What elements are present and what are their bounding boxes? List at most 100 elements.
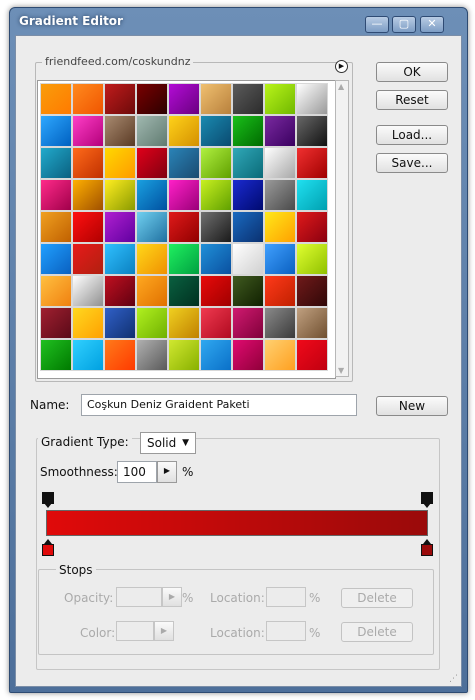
gradient-preset-swatch[interactable] xyxy=(104,307,136,339)
gradient-preset-swatch[interactable] xyxy=(104,339,136,371)
gradient-preset-swatch[interactable] xyxy=(136,179,168,211)
color-location-input[interactable] xyxy=(266,621,306,641)
gradient-preset-swatch[interactable] xyxy=(264,179,296,211)
gradient-preset-swatch[interactable] xyxy=(296,115,328,147)
gradient-preset-swatch[interactable] xyxy=(72,243,104,275)
gradient-preset-swatch[interactable] xyxy=(232,275,264,307)
gradient-preset-swatch[interactable] xyxy=(200,275,232,307)
name-field[interactable]: Coşkun Deniz Graident Paketi xyxy=(81,394,357,416)
gradient-type-select[interactable]: Solid ▼ xyxy=(140,432,196,454)
save-button[interactable]: Save... xyxy=(376,153,448,173)
gradient-preset-swatch[interactable] xyxy=(200,115,232,147)
gradient-preset-swatch[interactable] xyxy=(72,275,104,307)
gradient-preset-swatch[interactable] xyxy=(296,179,328,211)
gradient-preset-swatch[interactable] xyxy=(72,115,104,147)
gradient-preset-swatch[interactable] xyxy=(232,339,264,371)
gradient-preset-swatch[interactable] xyxy=(104,115,136,147)
gradient-preset-swatch[interactable] xyxy=(168,243,200,275)
gradient-preset-swatch[interactable] xyxy=(136,275,168,307)
gradient-preset-swatch[interactable] xyxy=(168,179,200,211)
gradient-preset-swatch[interactable] xyxy=(232,147,264,179)
delete-color-stop-button[interactable]: Delete xyxy=(341,622,413,642)
gradient-preset-swatch[interactable] xyxy=(296,275,328,307)
gradient-preset-swatch[interactable] xyxy=(200,147,232,179)
delete-opacity-stop-button[interactable]: Delete xyxy=(341,588,413,608)
color-stop-left[interactable] xyxy=(42,539,54,556)
gradient-preset-swatch[interactable] xyxy=(136,243,168,275)
opacity-stop-left[interactable] xyxy=(42,492,54,508)
gradient-preset-swatch[interactable] xyxy=(104,83,136,115)
opacity-stop-right[interactable] xyxy=(421,492,433,508)
gradient-preset-swatch[interactable] xyxy=(200,211,232,243)
gradient-preset-swatch[interactable] xyxy=(296,211,328,243)
gradient-preset-swatch[interactable] xyxy=(264,115,296,147)
smoothness-slider-button[interactable]: ▶ xyxy=(157,461,177,483)
gradient-preset-swatch[interactable] xyxy=(232,307,264,339)
gradient-preset-swatch[interactable] xyxy=(168,211,200,243)
gradient-preset-swatch[interactable] xyxy=(104,211,136,243)
gradient-preset-swatch[interactable] xyxy=(264,211,296,243)
title-bar[interactable]: Gradient Editor — ▢ ✕ xyxy=(10,8,467,34)
maximize-button[interactable]: ▢ xyxy=(392,16,416,33)
gradient-preset-swatch[interactable] xyxy=(72,83,104,115)
gradient-preset-swatch[interactable] xyxy=(40,243,72,275)
gradient-preset-swatch[interactable] xyxy=(104,243,136,275)
gradient-preset-swatch[interactable] xyxy=(232,83,264,115)
gradient-preset-swatch[interactable] xyxy=(232,211,264,243)
gradient-preset-swatch[interactable] xyxy=(264,275,296,307)
gradient-preset-swatch[interactable] xyxy=(72,147,104,179)
gradient-preset-swatch[interactable] xyxy=(296,307,328,339)
gradient-preset-swatch[interactable] xyxy=(136,83,168,115)
gradient-preview-bar[interactable] xyxy=(46,510,428,536)
color-menu-button[interactable]: ▶ xyxy=(154,621,174,641)
gradient-preset-swatch[interactable] xyxy=(72,339,104,371)
gradient-preset-swatch[interactable] xyxy=(168,83,200,115)
gradient-preset-swatch[interactable] xyxy=(168,275,200,307)
gradient-preset-swatch[interactable] xyxy=(296,83,328,115)
gradient-preset-swatch[interactable] xyxy=(296,147,328,179)
resize-grip-icon[interactable]: ⋰ xyxy=(449,674,458,684)
scroll-up-icon[interactable]: ▲ xyxy=(338,82,344,91)
gradient-preset-swatch[interactable] xyxy=(296,243,328,275)
minimize-button[interactable]: — xyxy=(365,16,389,33)
gradient-preset-swatch[interactable] xyxy=(168,339,200,371)
presets-menu-button[interactable]: ▶ xyxy=(335,60,348,73)
scroll-down-icon[interactable]: ▼ xyxy=(338,366,344,375)
gradient-preset-swatch[interactable] xyxy=(40,147,72,179)
gradient-preset-swatch[interactable] xyxy=(136,115,168,147)
gradient-preset-swatch[interactable] xyxy=(264,147,296,179)
gradient-preset-swatch[interactable] xyxy=(200,307,232,339)
gradient-preset-swatch[interactable] xyxy=(72,179,104,211)
gradient-preset-swatch[interactable] xyxy=(136,147,168,179)
gradient-preset-swatch[interactable] xyxy=(40,179,72,211)
gradient-preset-swatch[interactable] xyxy=(40,115,72,147)
gradient-preset-swatch[interactable] xyxy=(264,339,296,371)
gradient-preset-swatch[interactable] xyxy=(40,211,72,243)
gradient-preset-swatch[interactable] xyxy=(104,147,136,179)
opacity-slider-button[interactable]: ▶ xyxy=(162,587,182,607)
load-button[interactable]: Load... xyxy=(376,125,448,145)
gradient-preset-swatch[interactable] xyxy=(168,307,200,339)
smoothness-input[interactable]: 100 xyxy=(117,461,157,483)
gradient-preset-swatch[interactable] xyxy=(136,211,168,243)
gradient-preset-swatch[interactable] xyxy=(136,339,168,371)
gradient-preset-swatch[interactable] xyxy=(40,83,72,115)
gradient-preset-swatch[interactable] xyxy=(104,275,136,307)
new-button[interactable]: New xyxy=(376,396,448,416)
gradient-preset-swatch[interactable] xyxy=(40,339,72,371)
opacity-input[interactable] xyxy=(116,587,162,607)
gradient-preset-swatch[interactable] xyxy=(40,275,72,307)
gradient-preset-swatch[interactable] xyxy=(200,179,232,211)
gradient-preset-swatch[interactable] xyxy=(168,115,200,147)
ok-button[interactable]: OK xyxy=(376,62,448,82)
gradient-preset-swatch[interactable] xyxy=(104,179,136,211)
color-stop-right[interactable] xyxy=(421,539,433,556)
gradient-preset-swatch[interactable] xyxy=(40,307,72,339)
gradient-preset-swatch[interactable] xyxy=(232,179,264,211)
opacity-location-input[interactable] xyxy=(266,587,306,607)
gradient-preset-swatch[interactable] xyxy=(136,307,168,339)
gradient-preset-swatch[interactable] xyxy=(232,243,264,275)
gradient-preset-swatch[interactable] xyxy=(72,307,104,339)
close-button[interactable]: ✕ xyxy=(420,16,444,33)
gradient-preset-swatch[interactable] xyxy=(296,339,328,371)
